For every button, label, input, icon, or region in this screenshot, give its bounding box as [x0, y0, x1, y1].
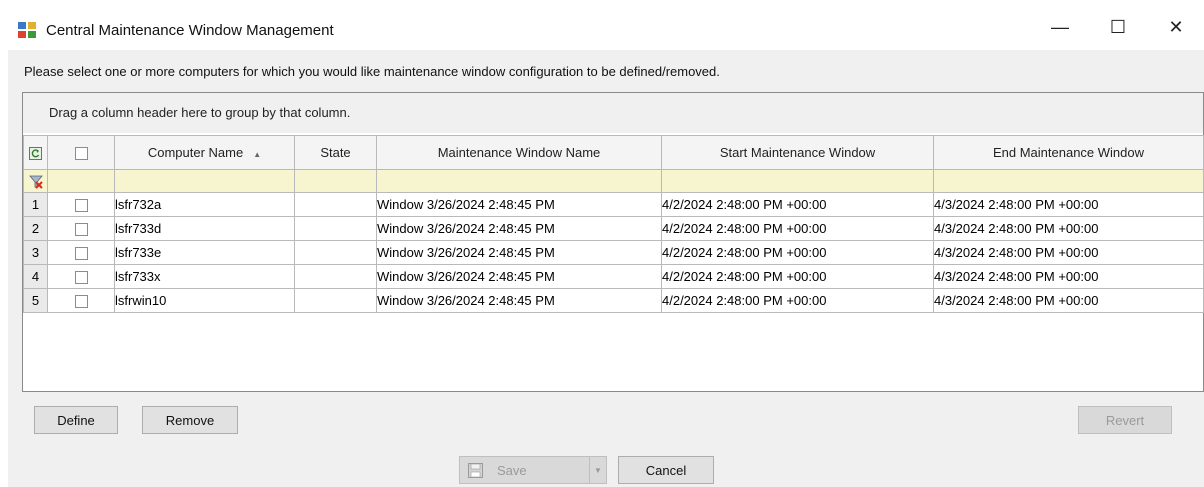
- computer-name-cell[interactable]: lsfr733d: [114, 216, 295, 241]
- close-icon: ✕: [1168, 16, 1184, 37]
- end-cell[interactable]: 4/3/2024 2:48:00 PM +00:00: [933, 264, 1204, 289]
- group-by-hint: Drag a column header here to group by th…: [49, 105, 351, 120]
- group-by-panel[interactable]: Drag a column header here to group by th…: [23, 93, 1203, 133]
- column-header-end-maintenance-window[interactable]: End Maintenance Window: [933, 135, 1204, 170]
- table-row[interactable]: 4 lsfr733x Window 3/26/2024 2:48:45 PM 4…: [23, 264, 1204, 289]
- filter-cell[interactable]: [47, 169, 115, 193]
- save-label: Save: [497, 462, 527, 478]
- row-number: 4: [23, 264, 48, 289]
- filter-cell[interactable]: [933, 169, 1204, 193]
- computer-name-cell[interactable]: lsfr732a: [114, 192, 295, 217]
- revert-button[interactable]: Revert: [1078, 406, 1172, 434]
- start-cell[interactable]: 4/2/2024 2:48:00 PM +00:00: [661, 240, 934, 265]
- filter-cell[interactable]: [114, 169, 295, 193]
- table-row[interactable]: 5 lsfrwin10 Window 3/26/2024 2:48:45 PM …: [23, 288, 1204, 313]
- table-row[interactable]: 1 lsfr732a Window 3/26/2024 2:48:45 PM 4…: [23, 192, 1204, 217]
- start-cell[interactable]: 4/2/2024 2:48:00 PM +00:00: [661, 192, 934, 217]
- window-title: Central Maintenance Window Management: [46, 22, 334, 39]
- column-header-computer-name[interactable]: Computer Name ▲: [114, 135, 295, 170]
- refresh-icon: [29, 147, 42, 161]
- cancel-button[interactable]: Cancel: [618, 456, 714, 484]
- row-checkbox[interactable]: [74, 247, 88, 261]
- minimize-icon: —: [1051, 16, 1069, 37]
- end-cell[interactable]: 4/3/2024 2:48:00 PM +00:00: [933, 288, 1204, 313]
- refresh-header-cell[interactable]: [23, 135, 48, 170]
- maximize-button[interactable]: ☐: [1098, 14, 1138, 40]
- window-name-cell[interactable]: Window 3/26/2024 2:48:45 PM: [376, 288, 662, 313]
- window-name-cell[interactable]: Window 3/26/2024 2:48:45 PM: [376, 192, 662, 217]
- sort-ascending-icon: ▲: [253, 150, 262, 159]
- state-cell[interactable]: [294, 240, 377, 265]
- end-cell[interactable]: 4/3/2024 2:48:00 PM +00:00: [933, 240, 1204, 265]
- start-cell[interactable]: 4/2/2024 2:48:00 PM +00:00: [661, 264, 934, 289]
- remove-button[interactable]: Remove: [142, 406, 238, 434]
- row-checkbox-cell[interactable]: [47, 216, 115, 241]
- table-row[interactable]: 2 lsfr733d Window 3/26/2024 2:48:45 PM 4…: [23, 216, 1204, 241]
- end-cell[interactable]: 4/3/2024 2:48:00 PM +00:00: [933, 216, 1204, 241]
- filter-clear-cell[interactable]: [23, 169, 48, 193]
- instruction-text: Please select one or more computers for …: [24, 64, 720, 79]
- define-button[interactable]: Define: [34, 406, 118, 434]
- filter-cell[interactable]: [376, 169, 662, 193]
- column-label: Computer Name: [147, 145, 244, 160]
- row-checkbox-cell[interactable]: [47, 288, 115, 313]
- table-row[interactable]: 3 lsfr733e Window 3/26/2024 2:48:45 PM 4…: [23, 240, 1204, 265]
- data-table: Computer Name ▲ State Maintenance Window …: [23, 135, 1204, 313]
- window-name-cell[interactable]: Window 3/26/2024 2:48:45 PM: [376, 216, 662, 241]
- row-checkbox-cell[interactable]: [47, 192, 115, 217]
- title-bar: Central Maintenance Window Management — …: [0, 0, 1204, 40]
- state-cell[interactable]: [294, 192, 377, 217]
- state-cell[interactable]: [294, 264, 377, 289]
- column-header-start-maintenance-window[interactable]: Start Maintenance Window: [661, 135, 934, 170]
- column-header-maintenance-window-name[interactable]: Maintenance Window Name: [376, 135, 662, 170]
- row-checkbox[interactable]: [74, 271, 88, 285]
- select-all-checkbox[interactable]: [74, 147, 88, 161]
- column-label: Start Maintenance Window: [719, 145, 876, 160]
- row-checkbox[interactable]: [74, 295, 88, 309]
- column-label: Maintenance Window Name: [437, 145, 601, 160]
- computers-grid: Drag a column header here to group by th…: [22, 92, 1204, 392]
- dropdown-arrow-icon[interactable]: ▼: [589, 457, 606, 483]
- computer-name-cell[interactable]: lsfr733x: [114, 264, 295, 289]
- computer-name-cell[interactable]: lsfr733e: [114, 240, 295, 265]
- column-header-state[interactable]: State: [294, 135, 377, 170]
- row-checkbox-cell[interactable]: [47, 240, 115, 265]
- select-all-header[interactable]: [47, 135, 115, 170]
- column-label: End Maintenance Window: [992, 145, 1145, 160]
- minimize-button[interactable]: —: [1040, 14, 1080, 40]
- close-button[interactable]: ✕: [1156, 14, 1196, 40]
- row-checkbox-cell[interactable]: [47, 264, 115, 289]
- row-checkbox[interactable]: [74, 223, 88, 237]
- start-cell[interactable]: 4/2/2024 2:48:00 PM +00:00: [661, 288, 934, 313]
- filter-row: [23, 169, 1204, 193]
- end-cell[interactable]: 4/3/2024 2:48:00 PM +00:00: [933, 192, 1204, 217]
- row-number: 2: [23, 216, 48, 241]
- filter-clear-icon: [28, 175, 43, 189]
- maximize-icon: ☐: [1109, 16, 1127, 37]
- start-cell[interactable]: 4/2/2024 2:48:00 PM +00:00: [661, 216, 934, 241]
- row-checkbox[interactable]: [74, 199, 88, 213]
- save-icon: [468, 462, 483, 478]
- filter-cell[interactable]: [294, 169, 377, 193]
- computer-name-cell[interactable]: lsfrwin10: [114, 288, 295, 313]
- state-cell[interactable]: [294, 288, 377, 313]
- app-icon: [18, 22, 36, 38]
- state-cell[interactable]: [294, 216, 377, 241]
- header-row: Computer Name ▲ State Maintenance Window …: [23, 135, 1204, 170]
- column-label: State: [320, 145, 351, 160]
- row-number: 1: [23, 192, 48, 217]
- row-number: 5: [23, 288, 48, 313]
- window-name-cell[interactable]: Window 3/26/2024 2:48:45 PM: [376, 264, 662, 289]
- row-number: 3: [23, 240, 48, 265]
- save-split-button[interactable]: Save ▼: [459, 456, 607, 484]
- window-name-cell[interactable]: Window 3/26/2024 2:48:45 PM: [376, 240, 662, 265]
- filter-cell[interactable]: [661, 169, 934, 193]
